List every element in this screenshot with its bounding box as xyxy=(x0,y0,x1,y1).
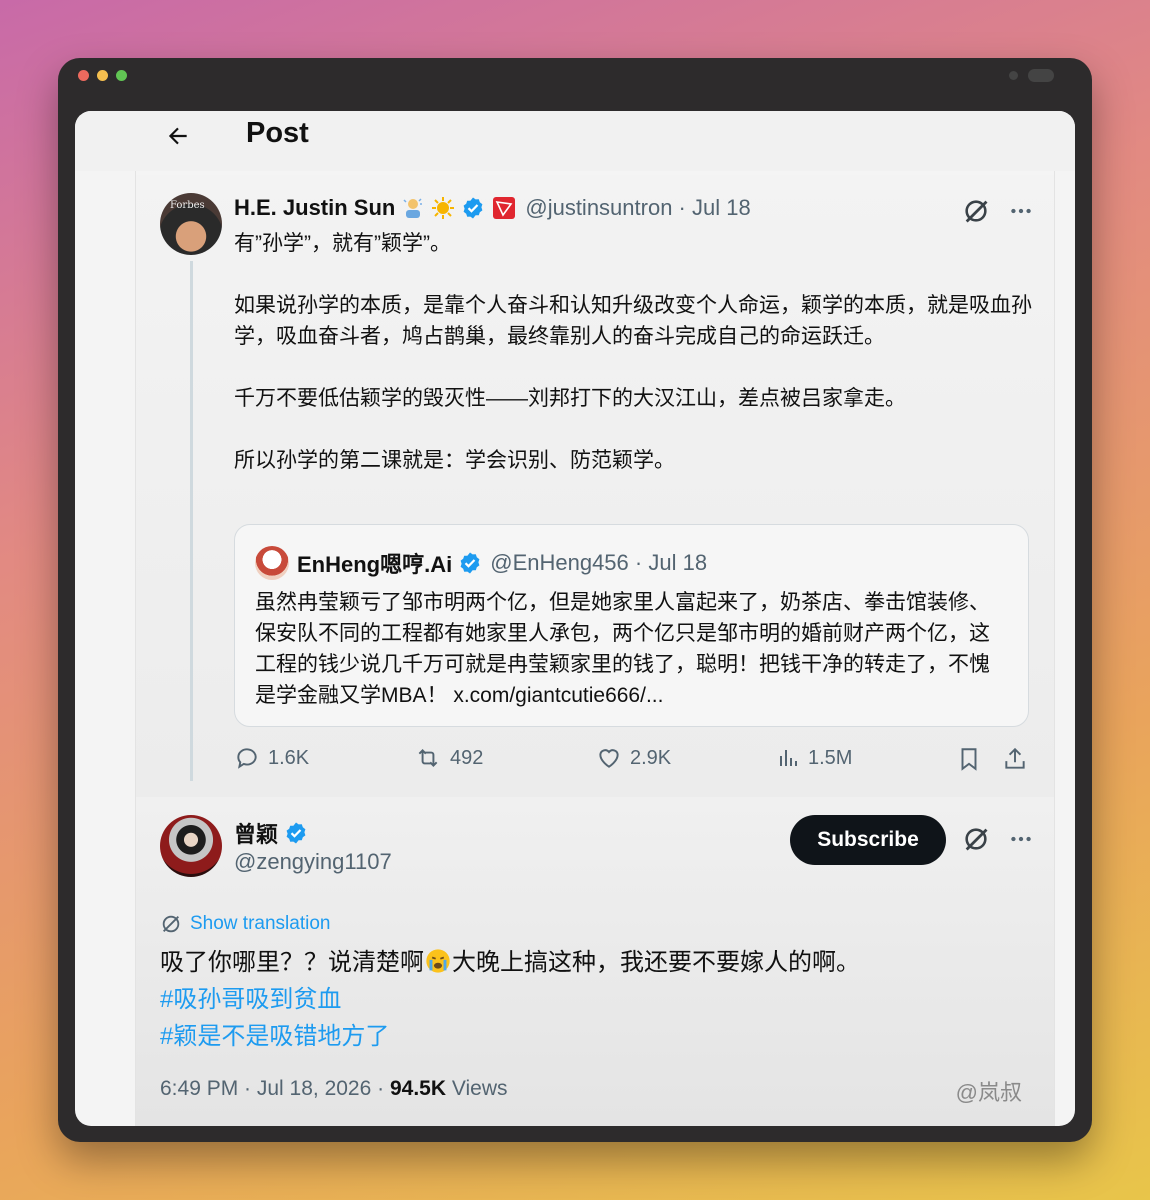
window-titlebar xyxy=(58,58,1092,94)
bookmark-button[interactable] xyxy=(956,745,982,773)
avatar[interactable] xyxy=(160,815,222,877)
tweet-actions: 1.6K 492 2.9K 1.5M xyxy=(234,745,1034,779)
post-page: Post Forbes H.E. Justin Sun @justinsuntr… xyxy=(75,111,1075,1126)
translate-icon xyxy=(162,915,180,933)
crying-face-emoji-icon xyxy=(426,949,450,973)
like-count: 2.9K xyxy=(630,746,672,769)
views-button[interactable]: 1.5M xyxy=(776,745,852,771)
avatar[interactable]: Forbes xyxy=(160,193,222,255)
views-icon xyxy=(780,750,797,766)
tweet-text: 有”孙学”，就有”颖学”。 如果说孙学的本质，是靠个人奋斗和认知升级改变个人命运… xyxy=(234,228,1034,476)
repost-button[interactable]: 492 xyxy=(414,745,483,771)
author-name[interactable]: H.E. Justin Sun xyxy=(234,195,395,221)
back-arrow-icon xyxy=(168,127,187,145)
verified-icon xyxy=(460,552,480,574)
show-translation-link[interactable]: Show translation xyxy=(160,913,330,935)
reply-text-start: 吸了你哪里？？说清楚啊 xyxy=(160,949,424,976)
quote-handle: @EnHeng456 · Jul 18 xyxy=(490,550,708,575)
views-label: Views xyxy=(446,1077,508,1100)
reply-count: 1.6K xyxy=(268,746,310,769)
translation-label: Show translation xyxy=(190,913,331,934)
sun-emoji-icon xyxy=(432,197,455,219)
share-button[interactable] xyxy=(1002,745,1028,773)
like-icon xyxy=(599,749,619,768)
repost-count: 492 xyxy=(450,746,484,769)
verified-icon xyxy=(286,822,306,844)
views-count: 1.5M xyxy=(808,746,853,769)
reply-header-actions xyxy=(962,825,1034,853)
reply-tweet[interactable]: 曾颖 @zengying1107 Subscribe Show translat… xyxy=(136,797,1054,1126)
quote-avatar[interactable] xyxy=(255,546,289,580)
post-timestamp[interactable]: 6:49 PM · Jul 18, 2026 · xyxy=(160,1077,390,1100)
column-divider-right xyxy=(1054,111,1055,1126)
close-window-button[interactable] xyxy=(78,70,89,81)
quote-date: Jul 18 xyxy=(648,550,708,575)
bookmark-icon xyxy=(961,748,977,771)
back-button[interactable] xyxy=(161,119,195,153)
tron-badge-icon xyxy=(493,197,516,219)
repost-icon xyxy=(418,749,438,767)
maximize-window-button[interactable] xyxy=(116,70,127,81)
author-handle[interactable]: @justinsuntron · Jul 18 xyxy=(525,195,750,221)
reply-text-end: 大晚上搞这种，我还要不要嫁人的啊。 xyxy=(452,949,860,976)
views-count: 94.5K xyxy=(389,1077,447,1100)
reply-text: 吸了你哪里？？说清楚啊 大晚上搞这种，我还要不要嫁人的啊。 #吸孙哥吸到贫血 #颖… xyxy=(160,944,860,1055)
grok-icon[interactable] xyxy=(962,197,990,225)
main-tweet[interactable]: Forbes H.E. Justin Sun @justinsuntron · … xyxy=(136,175,1054,797)
quoted-tweet[interactable]: EnHeng嗯哼.Ai @EnHeng456 · Jul 18 虽然冉莹颖亏了邹… xyxy=(234,524,1029,727)
page-title: Post xyxy=(246,117,309,149)
titlebar-control xyxy=(1009,71,1018,80)
tweet-paragraph: 千万不要低估颖学的毁灭性——刘邦打下的大汉江山，差点被吕家拿走。 xyxy=(234,387,906,410)
reply-icon xyxy=(237,748,257,769)
technologist-emoji-icon xyxy=(403,198,423,218)
quote-author-name: EnHeng嗯哼.Ai xyxy=(297,552,453,577)
more-icon[interactable] xyxy=(1008,198,1034,224)
quote-header: EnHeng嗯哼.Ai @EnHeng456 · Jul 18 xyxy=(297,547,707,579)
reply-author: 曾颖 xyxy=(234,817,308,849)
more-icon[interactable] xyxy=(1008,826,1034,852)
grok-icon[interactable] xyxy=(962,825,990,853)
page-header: Post xyxy=(75,111,1075,171)
titlebar-toggle xyxy=(1028,69,1054,82)
author-name[interactable]: 曾颖 xyxy=(234,817,278,849)
subscribe-button[interactable]: Subscribe xyxy=(790,815,946,865)
reply-button[interactable]: 1.6K xyxy=(234,745,309,771)
watermark: @岚叔 xyxy=(955,1080,1022,1105)
share-icon xyxy=(1005,747,1025,769)
post-date[interactable]: Jul 18 xyxy=(692,195,751,220)
like-button[interactable]: 2.9K xyxy=(596,745,671,771)
tweet-header-actions xyxy=(962,197,1034,225)
hashtag-link[interactable]: #颖是不是吸错地方了 xyxy=(160,1018,860,1055)
quote-text: 虽然冉莹颖亏了邹市明两个亿，但是她家里人富起来了，奶茶店、拳击馆装修、保安队不同… xyxy=(255,591,990,707)
handle-text: @justinsuntron xyxy=(525,195,673,220)
tweet-paragraph: 如果说孙学的本质，是靠个人奋斗和认知升级改变个人命运，颖学的本质，就是吸血孙学，… xyxy=(234,294,1032,348)
hashtag-link[interactable]: #吸孙哥吸到贫血 xyxy=(160,981,860,1018)
reply-text-line: 吸了你哪里？？说清楚啊 大晚上搞这种，我还要不要嫁人的啊。 xyxy=(160,944,860,981)
thread-line xyxy=(190,261,193,781)
quote-handle-text: @EnHeng456 xyxy=(490,550,629,575)
tweet-header: H.E. Justin Sun @justinsuntron · Jul 18 xyxy=(234,195,751,221)
minimize-window-button[interactable] xyxy=(97,70,108,81)
tweet-paragraph: 所以孙学的第二课就是：学会识别、防范颖学。 xyxy=(234,449,675,472)
verified-icon xyxy=(463,197,483,219)
tweet-paragraph: 有”孙学”，就有”颖学”。 xyxy=(234,232,451,255)
author-handle[interactable]: @zengying1107 xyxy=(234,849,392,875)
app-window: Post Forbes H.E. Justin Sun @justinsuntr… xyxy=(58,58,1092,1142)
post-meta: 6:49 PM · Jul 18, 2026 · 94.5K Views xyxy=(160,1077,508,1101)
avatar-logo-text: Forbes xyxy=(170,200,205,211)
